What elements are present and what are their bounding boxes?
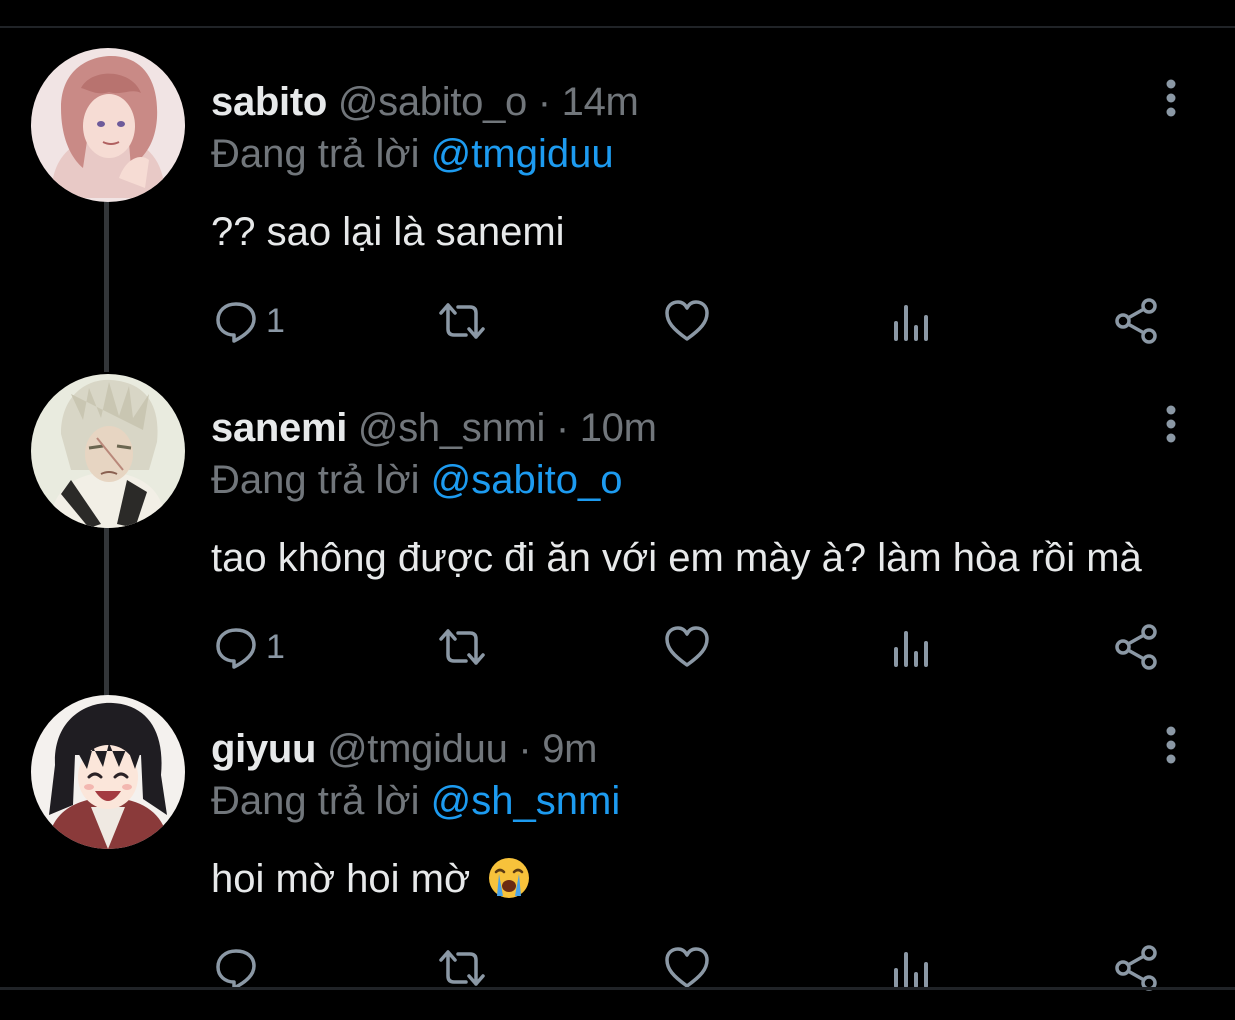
retweet-button[interactable] (438, 296, 486, 346)
share-button[interactable] (1113, 943, 1161, 993)
sabito-avatar (31, 48, 185, 202)
separator-dot: · (537, 80, 551, 124)
top-divider (0, 26, 1235, 28)
like-button[interactable] (663, 296, 711, 346)
views-icon (894, 952, 928, 988)
avatar[interactable] (31, 374, 185, 528)
views-icon (894, 305, 928, 341)
reply-mention[interactable]: @sh_snmi (431, 779, 621, 823)
retweet-button[interactable] (438, 943, 486, 993)
display-name[interactable]: sabito (211, 80, 327, 124)
avatar[interactable] (31, 695, 185, 849)
reply-button[interactable]: 1 (212, 622, 285, 672)
more-icon[interactable] (1158, 78, 1184, 118)
reply-count: 1 (266, 627, 285, 666)
tweet-text: ?? sao lại là sanemi (211, 210, 565, 254)
reply-context: Đang trả lời @sh_snmi (211, 777, 620, 825)
retweet-icon (439, 629, 485, 665)
user-handle[interactable]: @tmgiduu (327, 727, 508, 771)
share-button[interactable] (1113, 296, 1161, 346)
tweet-header: sanemi @sh_snmi · 10m (211, 404, 657, 452)
views-button[interactable] (888, 622, 936, 672)
reply-context: Đang trả lời @sabito_o (211, 456, 623, 504)
display-name[interactable]: sanemi (211, 406, 347, 450)
retweet-icon (439, 950, 485, 986)
separator-dot: · (518, 727, 532, 771)
sanemi-avatar (31, 374, 185, 528)
tweet[interactable]: sabito @sabito_o · 14m Đang trả lời @tmg… (0, 48, 1235, 373)
like-button[interactable] (663, 622, 711, 672)
like-button[interactable] (663, 943, 711, 993)
share-icon (1115, 298, 1157, 344)
like-icon (665, 947, 709, 988)
views-button[interactable] (888, 296, 936, 346)
action-bar: 1 (0, 622, 1235, 672)
tweet[interactable]: giyuu @tmgiduu · 9m Đang trả lời @sh_snm… (0, 695, 1235, 1020)
retweet-icon (439, 303, 485, 339)
share-icon (1115, 624, 1157, 670)
tweet-text: tao không được đi ăn với em mày à? làm h… (211, 536, 1142, 580)
reply-mention[interactable]: @tmgiduu (431, 132, 614, 176)
more-icon[interactable] (1158, 725, 1184, 765)
share-icon (1115, 945, 1157, 991)
giyuu-avatar (31, 695, 185, 849)
retweet-button[interactable] (438, 622, 486, 672)
tweet[interactable]: sanemi @sh_snmi · 10m Đang trả lời @sabi… (0, 374, 1235, 699)
reply-prefix: Đang trả lời (211, 779, 420, 823)
more-icon[interactable] (1158, 404, 1184, 444)
reply-prefix: Đang trả lời (211, 132, 420, 176)
timestamp[interactable]: 14m (562, 80, 639, 124)
views-icon (894, 631, 928, 667)
avatar[interactable] (31, 48, 185, 202)
like-icon (665, 626, 709, 667)
reply-mention[interactable]: @sabito_o (431, 458, 623, 502)
timestamp[interactable]: 9m (542, 727, 597, 771)
views-button[interactable] (888, 943, 936, 993)
tweet-header: sabito @sabito_o · 14m (211, 78, 639, 126)
action-bar (0, 943, 1235, 993)
reply-icon (216, 949, 256, 990)
reply-icon (216, 302, 256, 343)
separator-dot: · (555, 406, 569, 450)
tweet-text-container: hoi mờ hoi mờ (211, 853, 531, 913)
reply-prefix: Đang trả lời (211, 458, 420, 502)
like-icon (665, 300, 709, 341)
user-handle[interactable]: @sh_snmi (358, 406, 545, 450)
reply-count: 1 (266, 301, 285, 340)
display-name[interactable]: giyuu (211, 727, 316, 771)
timestamp[interactable]: 10m (580, 406, 657, 450)
loudly-crying-face-icon (487, 856, 531, 913)
reply-icon (216, 628, 256, 669)
tweet-text: hoi mờ hoi mờ (211, 857, 471, 901)
reply-button[interactable] (212, 943, 266, 993)
action-bar: 1 (0, 296, 1235, 346)
share-button[interactable] (1113, 622, 1161, 672)
user-handle[interactable]: @sabito_o (338, 80, 527, 124)
tweet-header: giyuu @tmgiduu · 9m (211, 725, 597, 773)
reply-button[interactable]: 1 (212, 296, 285, 346)
reply-context: Đang trả lời @tmgiduu (211, 130, 614, 178)
